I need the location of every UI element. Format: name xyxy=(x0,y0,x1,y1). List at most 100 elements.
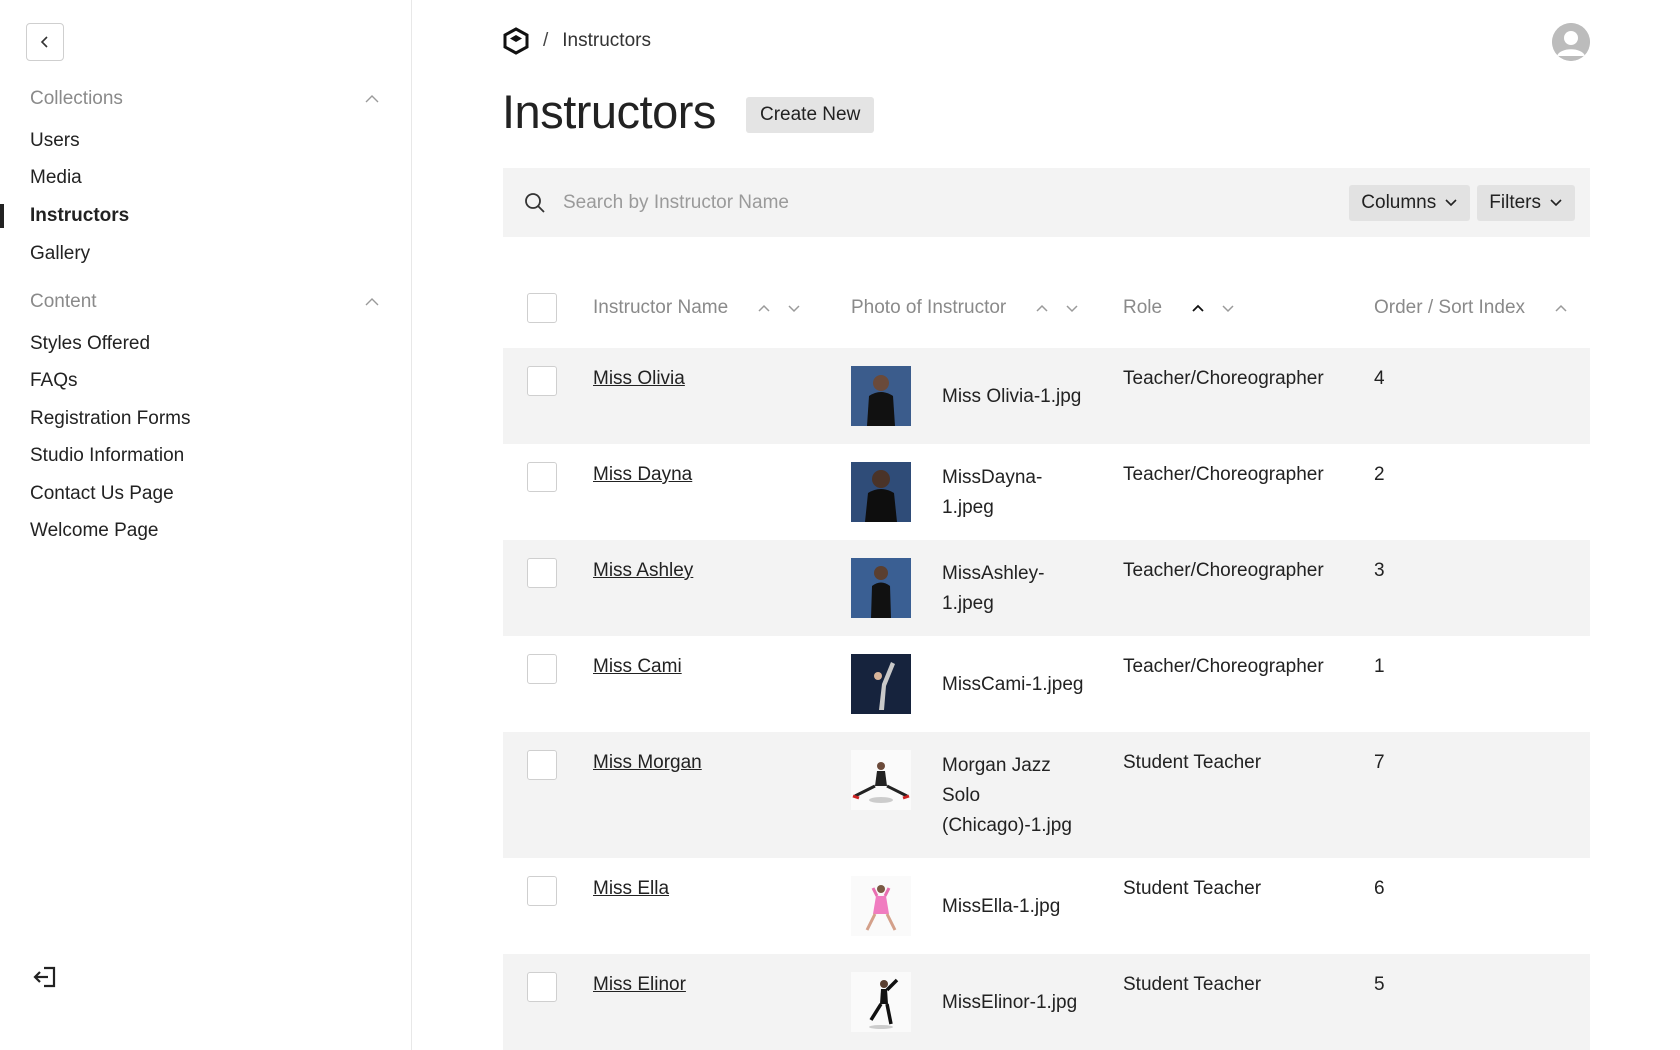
row-checkbox[interactable] xyxy=(527,462,557,492)
sort-descending-button[interactable] xyxy=(1062,298,1082,318)
photo-thumbnail[interactable] xyxy=(851,366,911,426)
create-new-button[interactable]: Create New xyxy=(746,97,875,133)
role-cell: Student Teacher xyxy=(1123,878,1262,899)
photo-thumbnail[interactable] xyxy=(851,558,911,618)
table-row: Miss Ella MissElla-1.jpg Student Teacher… xyxy=(503,858,1590,954)
chevron-left-icon xyxy=(40,36,48,48)
photo-filename: MissAshley- 1.jpeg xyxy=(942,563,1045,614)
instructor-name-link[interactable]: Miss Dayna xyxy=(593,464,692,486)
photo-filename: MissElla-1.jpg xyxy=(942,896,1061,917)
column-header-role: Role xyxy=(1123,297,1238,319)
photo-filename: Morgan Jazz Solo (Chicago)-1.jpg xyxy=(942,755,1072,836)
column-header-label: Photo of Instructor xyxy=(851,297,1007,318)
table-row: Miss Olivia Miss Olivia-1.jpg Teacher/Ch… xyxy=(503,348,1590,444)
column-header-photo: Photo of Instructor xyxy=(851,297,1082,319)
chevron-down-icon xyxy=(1445,198,1457,206)
filters-button[interactable]: Filters xyxy=(1477,184,1575,221)
photo-thumbnail[interactable] xyxy=(851,876,911,936)
instructors-table: Instructor Name Photo of Instructor Role xyxy=(503,272,1590,1050)
sidebar-item-instructors[interactable]: Instructors xyxy=(30,205,129,227)
role-cell: Student Teacher xyxy=(1123,974,1262,995)
order-cell: 5 xyxy=(1374,974,1385,995)
instructor-name-link[interactable]: Miss Ella xyxy=(593,878,669,900)
breadcrumb: / Instructors xyxy=(503,27,651,55)
collections-group-label: Collections xyxy=(30,88,123,109)
photo-thumbnail[interactable] xyxy=(851,972,911,1032)
order-cell: 6 xyxy=(1374,878,1385,899)
column-header-label: Order / Sort Index xyxy=(1374,297,1526,318)
columns-button[interactable]: Columns xyxy=(1349,184,1471,221)
photo-thumbnail[interactable] xyxy=(851,654,911,714)
chevron-down-icon xyxy=(1222,304,1234,312)
column-header-label: Instructor Name xyxy=(593,297,729,318)
sidebar-item-users[interactable]: Users xyxy=(30,130,80,152)
chevron-up-icon xyxy=(365,95,379,103)
role-cell: Teacher/Choreographer xyxy=(1123,368,1324,389)
table-row: Miss Dayna MissDayna- 1.jpeg Teacher/Chor… xyxy=(503,444,1590,540)
photo-thumbnail[interactable] xyxy=(851,750,911,810)
table-row: Miss Elinor MissElinor-1.jpg Student Tea… xyxy=(503,954,1590,1050)
instructor-name-link[interactable]: Miss Olivia xyxy=(593,368,685,390)
role-cell: Teacher/Choreographer xyxy=(1123,656,1324,677)
chevron-up-icon xyxy=(1192,304,1204,312)
photo-filename: MissDayna- 1.jpeg xyxy=(942,467,1043,518)
instructor-name-link[interactable]: Miss Ashley xyxy=(593,560,693,582)
instructor-name-link[interactable]: Miss Elinor xyxy=(593,974,686,996)
logout-button[interactable] xyxy=(30,962,60,992)
chevron-up-icon xyxy=(758,304,770,312)
order-cell: 1 xyxy=(1374,656,1385,677)
main-content: / Instructors Instructors Create New Col… xyxy=(412,0,1680,1050)
chevron-down-icon xyxy=(788,304,800,312)
sidebar-item-faqs[interactable]: FAQs xyxy=(30,370,78,392)
sidebar-item-studio-information[interactable]: Studio Information xyxy=(30,445,184,467)
chevron-up-icon xyxy=(1036,304,1048,312)
breadcrumb-current: Instructors xyxy=(562,30,651,51)
table-row: Miss Morgan Morgan Jazz Solo (Chicago)-1.j… xyxy=(503,732,1590,858)
sidebar-item-registration-forms[interactable]: Registration Forms xyxy=(30,408,191,430)
sort-ascending-button[interactable] xyxy=(1551,298,1571,318)
role-cell: Student Teacher xyxy=(1123,752,1262,773)
order-cell: 3 xyxy=(1374,560,1385,581)
select-all-checkbox[interactable] xyxy=(527,293,557,323)
row-checkbox[interactable] xyxy=(527,750,557,780)
photo-thumbnail[interactable] xyxy=(851,462,911,522)
sort-ascending-button[interactable] xyxy=(1188,298,1208,318)
filters-label: Filters xyxy=(1489,191,1541,213)
row-checkbox[interactable] xyxy=(527,876,557,906)
page-title: Instructors xyxy=(502,85,716,138)
sidebar-item-welcome-page[interactable]: Welcome Page xyxy=(30,520,159,542)
column-header-label: Role xyxy=(1123,297,1163,318)
role-cell: Teacher/Choreographer xyxy=(1123,464,1324,485)
role-cell: Teacher/Choreographer xyxy=(1123,560,1324,581)
row-checkbox[interactable] xyxy=(527,654,557,684)
chevron-down-icon xyxy=(1550,198,1562,206)
row-checkbox[interactable] xyxy=(527,558,557,588)
search-icon xyxy=(523,191,547,215)
content-group-header[interactable]: Content xyxy=(30,291,380,313)
sidebar-item-gallery[interactable]: Gallery xyxy=(30,243,90,265)
photo-filename: MissCami-1.jpeg xyxy=(942,674,1084,695)
photo-filename: Miss Olivia-1.jpg xyxy=(942,386,1082,407)
table-row: Miss Ashley MissAshley- 1.jpeg Teacher/Ch… xyxy=(503,540,1590,636)
sort-ascending-button[interactable] xyxy=(754,298,774,318)
search-input[interactable] xyxy=(563,191,1350,214)
sort-ascending-button[interactable] xyxy=(1032,298,1052,318)
chevron-up-icon xyxy=(1555,304,1567,312)
sidebar-item-media[interactable]: Media xyxy=(30,167,82,189)
collections-group-header[interactable]: Collections xyxy=(30,88,380,110)
avatar[interactable] xyxy=(1552,23,1590,61)
brand-logo-icon[interactable] xyxy=(503,27,529,55)
collapse-sidebar-button[interactable] xyxy=(26,23,64,61)
instructor-name-link[interactable]: Miss Cami xyxy=(593,656,682,678)
column-header-instructor-name: Instructor Name xyxy=(593,297,804,319)
instructor-name-link[interactable]: Miss Morgan xyxy=(593,752,702,774)
table-row: Miss Cami MissCami-1.jpeg Teacher/Choreo… xyxy=(503,636,1590,732)
sort-descending-button[interactable] xyxy=(1218,298,1238,318)
sidebar-item-contact-us-page[interactable]: Contact Us Page xyxy=(30,483,174,505)
active-indicator xyxy=(0,204,4,228)
row-checkbox[interactable] xyxy=(527,972,557,1002)
sort-descending-button[interactable] xyxy=(784,298,804,318)
user-avatar-icon xyxy=(1552,23,1590,61)
row-checkbox[interactable] xyxy=(527,366,557,396)
sidebar-item-styles-offered[interactable]: Styles Offered xyxy=(30,333,150,355)
